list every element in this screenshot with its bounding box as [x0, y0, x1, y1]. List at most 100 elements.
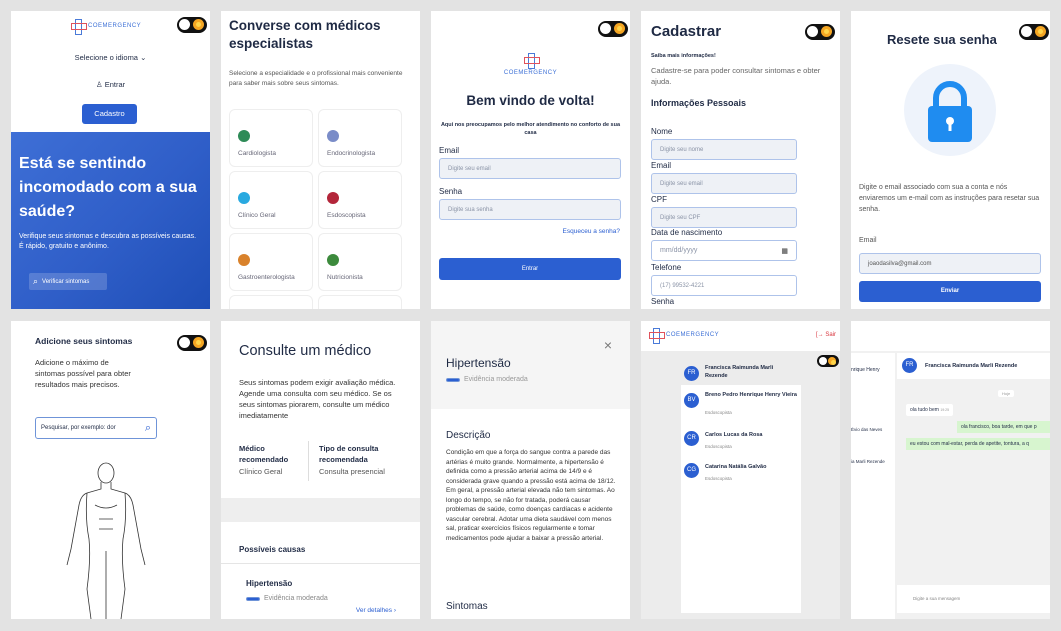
- more-info-link[interactable]: Saiba mais informações!: [651, 53, 716, 59]
- email-input[interactable]: Digite seu email: [439, 158, 621, 179]
- specialty-label: Endocrinologista: [327, 150, 376, 157]
- login-link[interactable]: ♙ Entrar: [11, 80, 210, 89]
- page-title: Adicione seus sintomas: [35, 336, 133, 346]
- avatar: CG: [684, 463, 699, 478]
- contact-item[interactable]: nrique Henry: [851, 367, 880, 373]
- phone-input[interactable]: (17) 99532-4221: [651, 275, 797, 296]
- contact-item-active[interactable]: FR Francisca Raimunda Marli Rezende: [681, 361, 801, 385]
- email-label: Email: [439, 146, 460, 155]
- symptom-search-input[interactable]: Pesquisar, por exemplo: dor ⌕: [35, 417, 157, 439]
- message-input[interactable]: Digite a sua mensagem: [913, 596, 960, 601]
- day-separator: Hoje: [998, 390, 1015, 397]
- specialty-card[interactable]: [229, 295, 313, 309]
- name-input[interactable]: Digite seu nome: [651, 139, 797, 160]
- logo-mark-icon: [523, 53, 540, 69]
- theme-toggle[interactable]: [177, 17, 207, 33]
- separator-band: [221, 498, 420, 522]
- avatar: CR: [684, 431, 699, 446]
- theme-toggle[interactable]: [1019, 24, 1049, 40]
- avatar: BV: [684, 393, 699, 408]
- description-title: Descrição: [446, 430, 491, 441]
- email-label: Email: [859, 237, 877, 244]
- sun-icon: [828, 357, 836, 365]
- page-title: Resete sua senha: [887, 32, 997, 47]
- email-input[interactable]: joaodasilva@gmail.com: [859, 253, 1041, 274]
- theme-toggle[interactable]: [177, 335, 207, 351]
- contact-role: Esdoscopista: [705, 444, 732, 449]
- sun-icon: [1035, 26, 1046, 37]
- specialty-label: Nutricionista: [327, 274, 363, 281]
- signup-button[interactable]: Cadastro: [82, 104, 137, 124]
- password-input[interactable]: Digite sua senha: [439, 199, 621, 220]
- forgot-password-link[interactable]: Esqueceu a senha?: [563, 228, 620, 235]
- page-subtitle: Selecione a especialidade e o profission…: [229, 70, 403, 87]
- evidence-indicator: Evidência moderada: [446, 376, 528, 383]
- brand-name: COEMERGENCY: [503, 70, 558, 76]
- theme-toggle[interactable]: [598, 21, 628, 37]
- tagline: Aqui nos preocupamos pelo melhor atendim…: [440, 122, 621, 136]
- check-symptoms-button[interactable]: ⌕ Verificar sintomas: [29, 273, 107, 290]
- logout-icon: [→: [815, 332, 824, 338]
- calendar-icon: ▦: [781, 247, 788, 255]
- email-input[interactable]: Digite seu email: [651, 173, 797, 194]
- theme-toggle[interactable]: [817, 355, 839, 367]
- sun-icon: [193, 19, 204, 30]
- specialty-card-nutricionista[interactable]: Nutricionista: [318, 233, 402, 291]
- name-label: Nome: [651, 127, 673, 136]
- email-label: Email: [651, 161, 672, 170]
- avatar: FR: [684, 366, 699, 381]
- carrot-icon: [327, 254, 339, 266]
- stethoscope-icon: [238, 192, 250, 204]
- contact-item[interactable]: BV Breno Pedro Henrique Henry Vieira Esd…: [681, 391, 801, 419]
- reset-password-screen: Resete sua senha Digite o email associad…: [851, 11, 1050, 309]
- chat-header: FR Francisca Raimunda Marli Rezende: [897, 353, 1050, 379]
- hero-title: Está se sentindo incomodado com a sua sa…: [19, 155, 197, 220]
- birth-date-input[interactable]: mm/dd/yyyy ▦: [651, 240, 797, 261]
- brand-logo: COEMERGENCY: [71, 19, 141, 35]
- specialty-card-esdoscopista[interactable]: Esdoscopista: [318, 171, 402, 229]
- brand-logo: COEMERGENCY: [431, 53, 630, 76]
- welcome-title: Bem vindo de volta!: [466, 93, 595, 108]
- condition-title: Hipertensão: [446, 356, 511, 370]
- specialists-screen: Converse com médicos especialistas Selec…: [221, 11, 420, 309]
- specialty-card-endocrinologista[interactable]: Endocrinologista: [318, 109, 402, 167]
- theme-toggle[interactable]: [805, 24, 835, 40]
- send-button[interactable]: Enviar: [859, 281, 1041, 302]
- lock-illustration: [904, 64, 996, 156]
- contact-item[interactable]: ia Marli Rezende: [851, 459, 885, 464]
- specialty-card-gastroenterologista[interactable]: Gastroenterologista: [229, 233, 313, 291]
- contact-role: Esdoscopista: [705, 410, 732, 415]
- divider: [308, 441, 309, 481]
- specialty-label: Esdoscopista: [327, 212, 366, 219]
- cpf-input[interactable]: Digite seu CPF: [651, 207, 797, 228]
- contact-item[interactable]: CG Catarina Natália Galvão Esdoscopista: [681, 461, 801, 489]
- search-icon: ⌕: [33, 276, 39, 286]
- contacts-sidebar: nrique Henry Évio das Neves ia Marli Rez…: [851, 353, 895, 619]
- phone-label: Telefone: [651, 263, 682, 272]
- contact-item[interactable]: Évio das Neves: [851, 427, 882, 432]
- language-select[interactable]: Selecione o idioma ⌄: [11, 53, 210, 62]
- doctor-value: Clínico Geral: [239, 467, 283, 476]
- login-button[interactable]: Entrar: [439, 258, 621, 280]
- contact-item[interactable]: CR Carlos Lucas da Rosa Esdoscopista: [681, 429, 801, 457]
- home-screen: COEMERGENCY Selecione o idioma ⌄ ♙ Entra…: [11, 11, 210, 309]
- message-composer: Digite a sua mensagem: [897, 585, 1050, 613]
- register-screen: Cadastrar Saiba mais informações! Cadast…: [641, 11, 840, 309]
- contact-name: Catarina Natália Galvão: [705, 464, 767, 470]
- causes-title: Possíveis causas: [239, 545, 306, 554]
- specialty-card-clinico-geral[interactable]: Clínico Geral: [229, 171, 313, 229]
- hero-subtitle: Verifique seus sintomas e descubra as po…: [19, 233, 197, 250]
- body-diagram[interactable]: [51, 459, 161, 619]
- logout-link[interactable]: [→ Sair: [816, 332, 836, 338]
- specialty-card-cardiologista[interactable]: Cardiologista: [229, 109, 313, 167]
- brand-name: COEMERGENCY: [666, 332, 720, 338]
- specialty-card[interactable]: [318, 295, 402, 309]
- close-icon[interactable]: ×: [604, 337, 612, 353]
- see-details-link[interactable]: Ver detalhes ›: [356, 607, 396, 614]
- consult-text: Seus sintomas podem exigir avaliação méd…: [239, 378, 396, 420]
- contact-role: Esdoscopista: [705, 476, 732, 481]
- logo-mark-icon: [649, 328, 665, 344]
- top-bar: COEMERGENCY [→ Sair: [641, 321, 840, 351]
- message-bubble-received: ola tudo bem 19:25: [906, 404, 954, 416]
- contacts-list: FR Francisca Raimunda Marli Rezende BV B…: [681, 361, 801, 613]
